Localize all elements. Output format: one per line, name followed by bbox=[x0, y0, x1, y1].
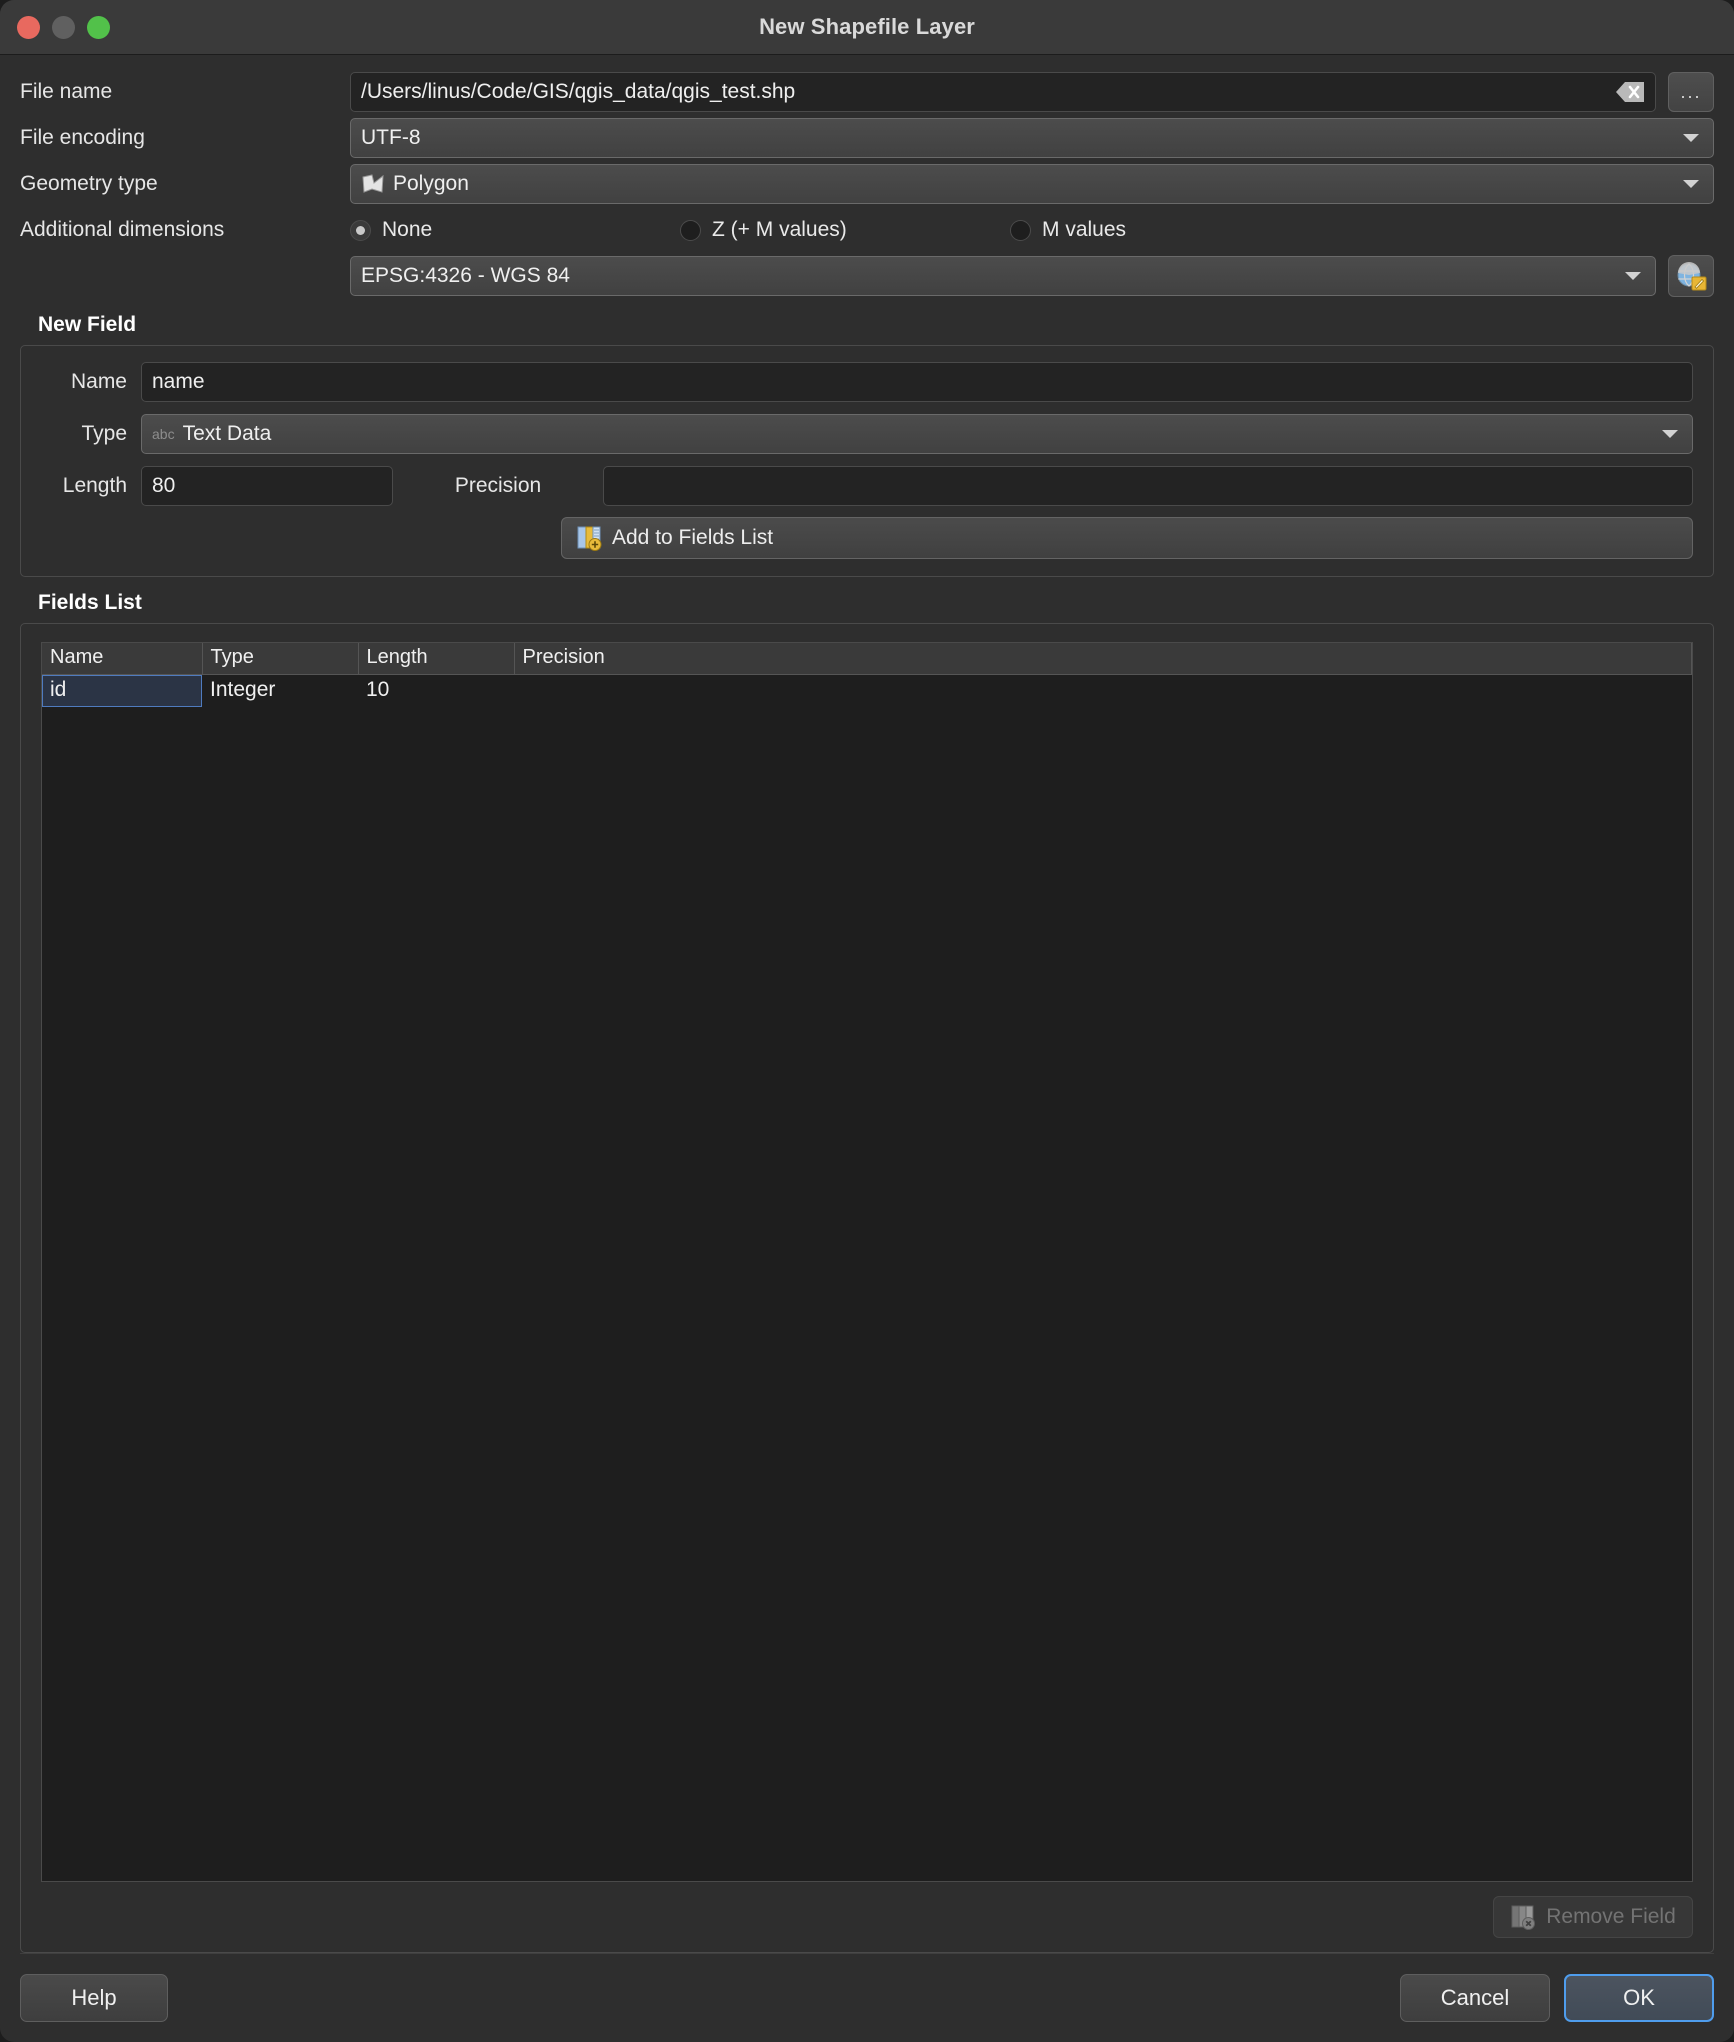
new-field-length-input[interactable]: 80 bbox=[141, 466, 393, 506]
new-field-name-row: Name name bbox=[41, 360, 1693, 404]
window-controls bbox=[17, 0, 110, 54]
browse-button[interactable]: ... bbox=[1668, 72, 1714, 112]
table-row[interactable]: id Integer 10 bbox=[42, 674, 1692, 707]
chevron-down-icon bbox=[1683, 180, 1699, 188]
close-button[interactable] bbox=[17, 15, 40, 39]
add-field-icon bbox=[576, 525, 602, 551]
file-name-value: /Users/linus/Code/GIS/qgis_data/qgis_tes… bbox=[361, 80, 796, 103]
new-field-precision-input[interactable] bbox=[603, 466, 1693, 506]
file-encoding-row: File encoding UTF-8 bbox=[20, 115, 1714, 161]
cell-name[interactable]: id bbox=[42, 674, 202, 707]
file-encoding-label: File encoding bbox=[20, 126, 145, 149]
file-encoding-control: UTF-8 bbox=[350, 118, 1714, 158]
cell-precision[interactable] bbox=[514, 675, 1692, 707]
chevron-down-icon bbox=[1683, 134, 1699, 142]
radio-none-label: None bbox=[382, 218, 433, 241]
title-bar: New Shapefile Layer bbox=[0, 0, 1734, 55]
geometry-type-row: Geometry type Polygon bbox=[20, 161, 1714, 207]
additional-dimensions-row: Additional dimensions None Z (+ M values… bbox=[20, 207, 1714, 253]
maximize-button[interactable] bbox=[87, 15, 110, 39]
remove-field-button[interactable]: Remove Field bbox=[1493, 1896, 1693, 1938]
radio-z-m-values-label: Z (+ M values) bbox=[712, 218, 847, 241]
abc-icon: abc bbox=[152, 426, 175, 442]
new-field-type-label: Type bbox=[81, 422, 127, 445]
new-field-name-value: name bbox=[152, 370, 205, 393]
new-shapefile-layer-dialog: New Shapefile Layer File name /Users/lin… bbox=[0, 0, 1734, 2042]
polygon-icon bbox=[361, 174, 385, 194]
radio-dot-icon bbox=[1010, 219, 1031, 241]
radio-m-values[interactable]: M values bbox=[1010, 218, 1126, 242]
file-encoding-select[interactable]: UTF-8 bbox=[350, 118, 1714, 158]
fields-table: Name Type Length Precision id Integer 10 bbox=[42, 643, 1692, 707]
new-field-precision-label: Precision bbox=[454, 474, 542, 497]
remove-field-row: Remove Field bbox=[41, 1882, 1693, 1938]
ok-button[interactable]: OK bbox=[1564, 1974, 1714, 2022]
radio-dot-icon bbox=[350, 219, 371, 241]
remove-field-icon bbox=[1510, 1904, 1536, 1930]
new-field-name-input[interactable]: name bbox=[141, 362, 1693, 402]
column-header-precision[interactable]: Precision bbox=[514, 643, 1692, 675]
geometry-type-control: Polygon bbox=[350, 164, 1714, 204]
file-name-row: File name /Users/linus/Code/GIS/qgis_dat… bbox=[20, 69, 1714, 115]
add-to-fields-row: Add to Fields List bbox=[41, 516, 1693, 560]
crs-select[interactable]: EPSG:4326 - WGS 84 bbox=[350, 256, 1656, 296]
window-title: New Shapefile Layer bbox=[759, 14, 975, 39]
new-field-title: New Field bbox=[38, 313, 137, 336]
geometry-type-label: Geometry type bbox=[20, 172, 158, 195]
fields-list-title: Fields List bbox=[38, 591, 142, 614]
chevron-down-icon bbox=[1662, 430, 1678, 438]
new-field-length-label: Length bbox=[62, 474, 127, 497]
add-to-fields-list-label: Add to Fields List bbox=[612, 526, 774, 549]
help-button[interactable]: Help bbox=[20, 1974, 168, 2022]
crs-control: EPSG:4326 - WGS 84 bbox=[350, 255, 1714, 297]
new-field-type-select[interactable]: abc Text Data bbox=[141, 414, 1693, 454]
crs-row: EPSG:4326 - WGS 84 bbox=[20, 253, 1714, 299]
dialog-footer: Help Cancel OK bbox=[0, 1954, 1734, 2042]
additional-dimensions-label: Additional dimensions bbox=[20, 218, 225, 241]
remove-field-label: Remove Field bbox=[1546, 1905, 1676, 1928]
radio-none[interactable]: None bbox=[350, 218, 680, 242]
file-encoding-value: UTF-8 bbox=[361, 126, 421, 149]
column-header-type[interactable]: Type bbox=[202, 643, 359, 675]
clear-icon[interactable] bbox=[1615, 80, 1645, 104]
additional-dimensions-control: None Z (+ M values) M values bbox=[350, 218, 1714, 242]
geometry-type-select[interactable]: Polygon bbox=[350, 164, 1714, 204]
minimize-button[interactable] bbox=[52, 15, 75, 39]
radio-dot-icon bbox=[680, 219, 701, 241]
column-header-name[interactable]: Name bbox=[42, 643, 203, 675]
column-header-length[interactable]: Length bbox=[358, 643, 515, 675]
fields-list-group: Name Type Length Precision id Integer 10 bbox=[20, 623, 1714, 1953]
new-field-group: Name name Type abc Text Data Length 80 P… bbox=[20, 345, 1714, 577]
cancel-button[interactable]: Cancel bbox=[1400, 1974, 1550, 2022]
new-field-type-row: Type abc Text Data bbox=[41, 412, 1693, 456]
new-field-length-row: Length 80 Precision bbox=[41, 464, 1693, 508]
crs-globe-icon[interactable] bbox=[1668, 255, 1714, 297]
file-name-control: /Users/linus/Code/GIS/qgis_data/qgis_tes… bbox=[350, 72, 1714, 112]
geometry-type-value: Polygon bbox=[393, 172, 469, 195]
new-field-length-value: 80 bbox=[152, 474, 176, 497]
file-name-input[interactable]: /Users/linus/Code/GIS/qgis_data/qgis_tes… bbox=[350, 72, 1656, 112]
cell-type[interactable]: Integer bbox=[202, 675, 358, 707]
radio-m-values-label: M values bbox=[1042, 218, 1127, 241]
file-name-label: File name bbox=[20, 80, 113, 103]
dialog-content: File name /Users/linus/Code/GIS/qgis_dat… bbox=[0, 55, 1734, 1953]
crs-value: EPSG:4326 - WGS 84 bbox=[361, 264, 570, 287]
chevron-down-icon bbox=[1625, 272, 1641, 280]
fields-table-header-row: Name Type Length Precision bbox=[42, 643, 1692, 675]
fields-table-wrap[interactable]: Name Type Length Precision id Integer 10 bbox=[41, 642, 1693, 1882]
new-field-type-value: Text Data bbox=[182, 422, 272, 445]
add-to-fields-list-button[interactable]: Add to Fields List bbox=[561, 517, 1693, 559]
radio-z-m-values[interactable]: Z (+ M values) bbox=[680, 218, 1010, 242]
cell-length[interactable]: 10 bbox=[358, 675, 514, 707]
new-field-name-label: Name bbox=[70, 370, 127, 393]
